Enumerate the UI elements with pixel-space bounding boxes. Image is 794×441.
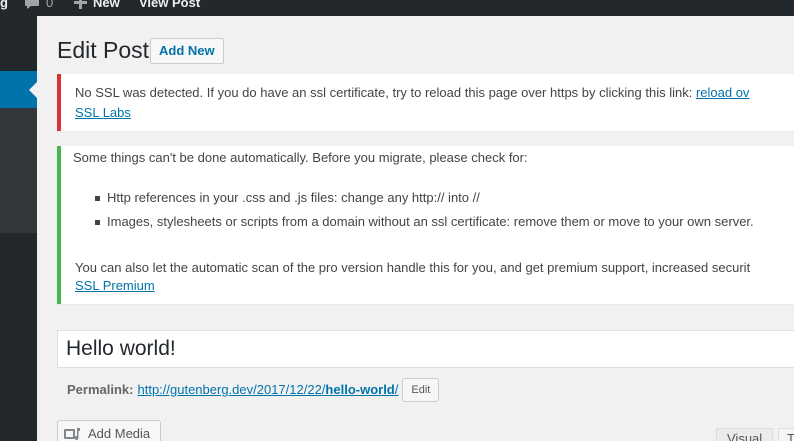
admin-bar: g 0 New View Post [0,0,794,16]
post-title-input[interactable]: Hello world! [57,330,794,368]
admin-bar-view-post[interactable]: View Post [139,0,200,10]
speech-bubble-icon [25,0,39,9]
migrate-outro: You can also let the automatic scan of t… [75,260,751,275]
permalink-link[interactable]: http://gutenberg.dev/2017/12/22/hello-wo… [137,380,398,400]
tab-text[interactable]: Text [778,428,794,441]
page-title: Edit Post [57,37,150,63]
sidebar-menu-rest[interactable] [0,233,37,441]
migrate-outro-link-line: SSL Premium [75,276,155,296]
list-item: Http references in your .css and .js fil… [93,188,754,212]
admin-bar-new[interactable]: New [74,0,120,10]
admin-bar-site-name[interactable]: g [0,0,8,10]
permalink-slug: hello-world [325,382,395,397]
permalink-label: Permalink: [67,382,134,397]
ssl-premium-link[interactable]: SSL Premium [75,278,155,293]
current-menu-arrow [29,82,37,98]
admin-sidebar [0,16,37,441]
add-media-label: Add Media [88,426,151,441]
migrate-checklist: Http references in your .css and .js fil… [93,188,754,236]
admin-bar-comments[interactable]: 0 [24,0,53,10]
ssl-notice-line-2: SSL Labs [75,103,131,123]
ssl-error-notice: No SSL was detected. If you do have an s… [57,74,794,131]
sidebar-menu-item[interactable] [0,16,37,71]
migrate-info-notice: Some things can't be done automatically.… [57,146,794,304]
list-item: Images, stylesheets or scripts from a do… [93,212,754,236]
migrate-intro: Some things can't be done automatically.… [73,150,528,165]
ssl-labs-link[interactable]: SSL Labs [75,105,131,120]
permalink-trailing: / [394,382,399,397]
plus-icon [74,0,87,9]
media-icon [64,428,80,441]
permalink-row: Permalink: http://gutenberg.dev/2017/12/… [67,378,440,402]
ssl-notice-line: No SSL was detected. If you do have an s… [75,83,749,103]
site-name-fragment[interactable]: g [0,0,8,10]
tab-visual[interactable]: Visual [716,428,774,441]
permalink-base: http://gutenberg.dev/2017/12/22/ [137,382,326,397]
sidebar-submenu[interactable] [0,108,37,233]
comments-count: 0 [46,0,54,10]
add-media-button[interactable]: Add Media [57,420,162,441]
new-label: New [93,0,120,10]
add-new-button[interactable]: Add New [150,38,224,64]
reload-https-link[interactable]: reload ov [696,85,749,100]
ssl-notice-text: No SSL was detected. If you do have an s… [75,85,696,100]
view-post-label: View Post [139,0,201,10]
edit-slug-button[interactable]: Edit [402,378,440,402]
